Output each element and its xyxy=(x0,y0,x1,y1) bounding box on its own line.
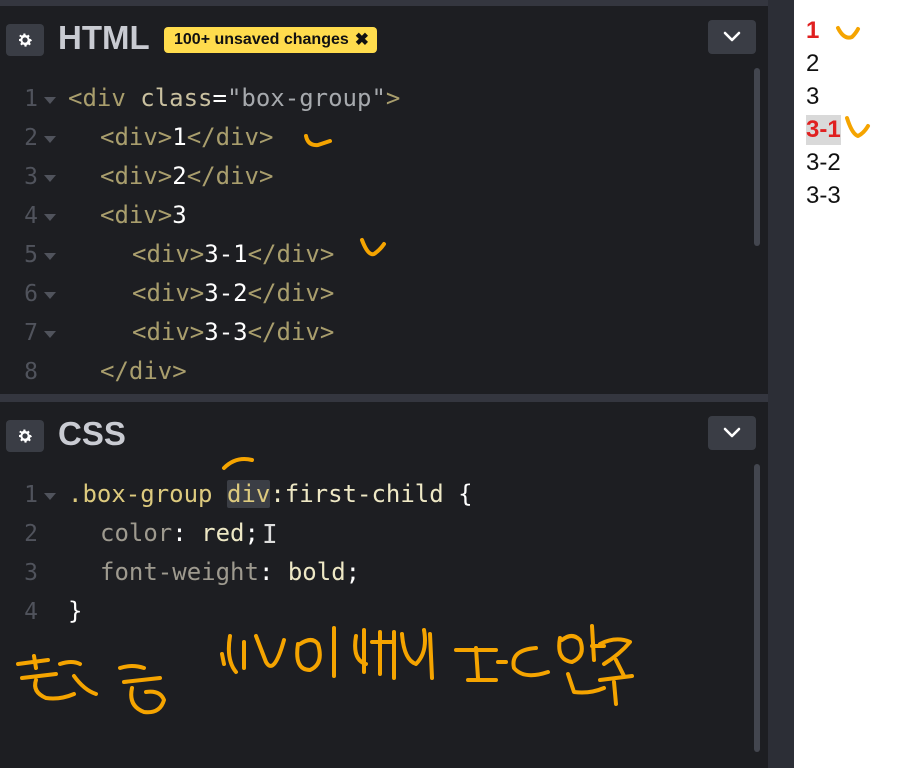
line-number: 3 xyxy=(24,164,38,190)
code-line: 4 } xyxy=(0,591,750,630)
html-panel-header: HTML 100+ unsaved changes ✖ xyxy=(0,6,768,68)
code-line: 4 <div>3 xyxy=(0,195,750,234)
preview-item: 2 xyxy=(806,50,820,77)
code-text: } xyxy=(68,597,83,625)
code-line: 2 <div>1</div> xyxy=(0,117,750,156)
line-number: 4 xyxy=(24,599,38,625)
gear-icon xyxy=(19,33,33,47)
code-text: <div>3-2</div> xyxy=(132,279,335,307)
code-line: 3 font-weight: bold; xyxy=(0,552,750,591)
close-icon[interactable]: ✖ xyxy=(355,27,369,53)
line-number: 3 xyxy=(24,560,38,586)
code-line: 7 <div>3-3</div> xyxy=(0,312,750,351)
code-line: 6 <div>3-2</div> xyxy=(0,273,750,312)
preview-item: 3 xyxy=(806,83,820,110)
text-cursor-icon: I xyxy=(262,520,278,550)
html-code-editor[interactable]: 1 <div class="box-group"> 2 <div>1</div>… xyxy=(0,68,768,394)
preview-item: 3-2 xyxy=(806,149,841,176)
unsaved-changes-badge[interactable]: 100+ unsaved changes ✖ xyxy=(164,27,378,53)
code-line: 5 <div>3-1</div> xyxy=(0,234,750,273)
css-editor-scrollbar[interactable] xyxy=(754,464,760,752)
code-line: 2 color: red; xyxy=(0,513,750,552)
preview-item: 3-3 xyxy=(806,182,841,209)
fold-arrow-icon[interactable] xyxy=(44,493,56,500)
chevron-down-icon xyxy=(723,427,741,438)
line-number: 1 xyxy=(24,482,38,508)
code-line: 8 </div> xyxy=(0,351,750,390)
code-text: .box-group div:first-child { xyxy=(68,480,473,508)
html-collapse-button[interactable] xyxy=(708,20,756,54)
fold-arrow-icon[interactable] xyxy=(44,331,56,338)
panel-resize-handle[interactable] xyxy=(0,394,768,402)
fold-arrow-icon[interactable] xyxy=(44,136,56,143)
code-text: </div> xyxy=(100,357,187,385)
preview-item: 3-1 xyxy=(806,115,841,145)
html-panel-title: HTML xyxy=(58,19,150,56)
code-line: 1 <div class="box-group"> xyxy=(0,78,750,117)
unsaved-changes-label: 100+ unsaved changes xyxy=(174,31,349,48)
line-number: 2 xyxy=(24,125,38,151)
html-settings-button[interactable] xyxy=(6,24,44,56)
css-settings-button[interactable] xyxy=(6,420,44,452)
css-collapse-button[interactable] xyxy=(708,416,756,450)
fold-arrow-icon[interactable] xyxy=(44,292,56,299)
line-number: 5 xyxy=(24,242,38,268)
fold-arrow-icon[interactable] xyxy=(44,253,56,260)
css-panel-header: CSS xyxy=(0,402,768,464)
code-text: <div>3-3</div> xyxy=(132,318,335,346)
code-text: font-weight: bold; xyxy=(100,558,361,586)
css-code-editor[interactable]: 1 .box-group div:first-child { 2 color: … xyxy=(0,464,768,768)
code-line: 1 .box-group div:first-child { xyxy=(0,474,750,513)
code-text: <div>1</div> xyxy=(100,123,274,151)
chevron-down-icon xyxy=(723,31,741,42)
html-editor-scrollbar[interactable] xyxy=(754,68,760,246)
code-text: <div>3 xyxy=(100,201,187,229)
fold-arrow-icon[interactable] xyxy=(44,175,56,182)
preview-resize-handle[interactable] xyxy=(768,0,794,768)
line-number: 8 xyxy=(24,359,38,385)
code-text: color: red; xyxy=(100,519,259,547)
line-number: 7 xyxy=(24,320,38,346)
css-panel-title: CSS xyxy=(58,415,126,452)
line-number: 2 xyxy=(24,521,38,547)
code-text: <div class="box-group"> xyxy=(68,84,401,112)
line-number: 1 xyxy=(24,86,38,112)
line-number: 6 xyxy=(24,281,38,307)
fold-arrow-icon[interactable] xyxy=(44,97,56,104)
fold-arrow-icon[interactable] xyxy=(44,214,56,221)
gear-icon xyxy=(19,429,33,443)
line-number: 4 xyxy=(24,203,38,229)
code-line: 3 <div>2</div> xyxy=(0,156,750,195)
code-text: <div>2</div> xyxy=(100,162,274,190)
code-text: <div>3-1</div> xyxy=(132,240,335,268)
preview-item: 1 xyxy=(806,17,820,44)
